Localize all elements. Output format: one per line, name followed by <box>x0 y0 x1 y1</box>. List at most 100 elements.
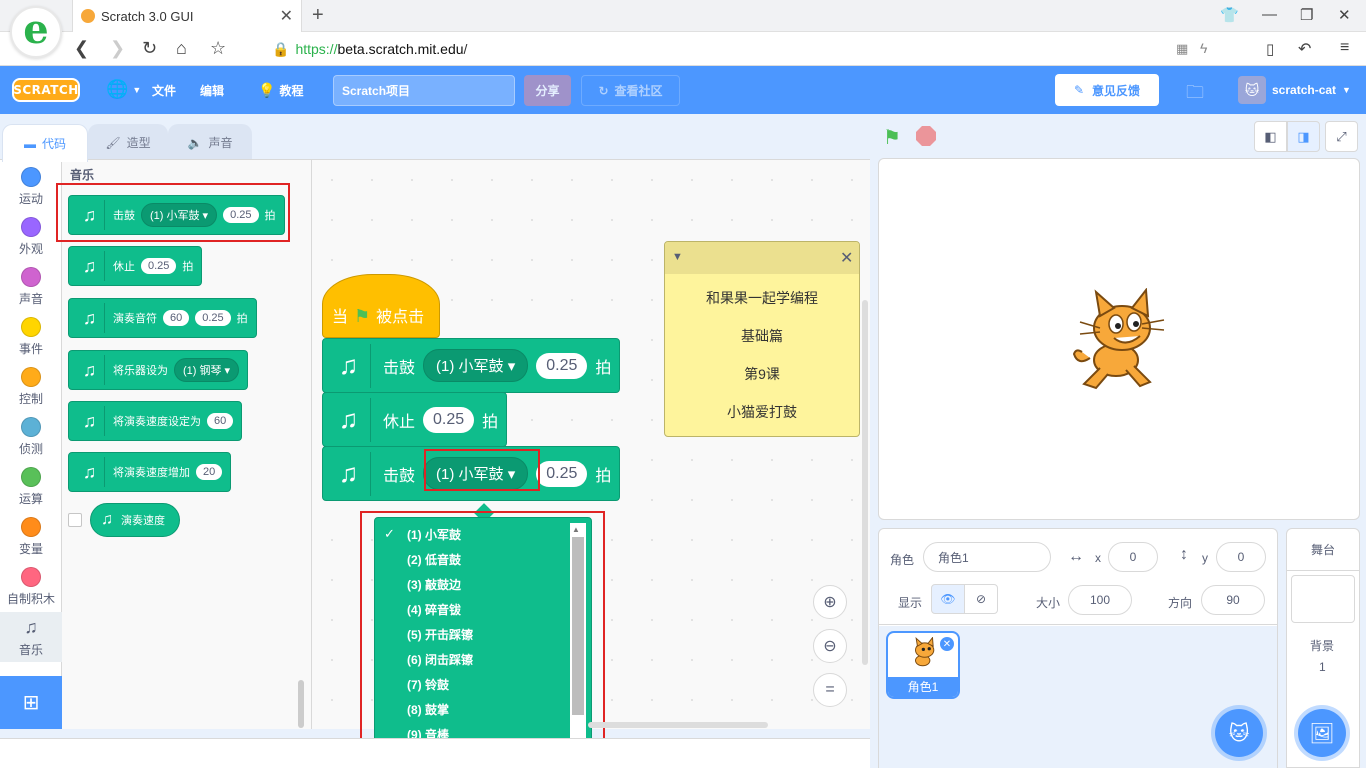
comment-line: 和果果一起学编程 <box>706 290 818 306</box>
tempo-change-input[interactable]: 20 <box>196 464 223 480</box>
when-flag-clicked-block[interactable]: 当 ⚑ 被点击 <box>322 274 440 338</box>
x-input[interactable]: 0 <box>1108 542 1158 572</box>
see-community-button[interactable]: ↻ 查看社区 <box>581 75 680 106</box>
tutorials-menu[interactable]: 💡 教程 <box>258 82 303 99</box>
fullscreen-button[interactable]: ⤢ <box>1325 121 1358 152</box>
edit-menu[interactable]: 编辑 <box>200 82 224 99</box>
comment-top-bar[interactable] <box>665 242 859 274</box>
home-icon[interactable]: ⌂ <box>176 38 187 59</box>
sprite-name-input[interactable]: 角色1 <box>923 542 1051 572</box>
size-input[interactable]: 100 <box>1068 585 1132 615</box>
scratch-logo[interactable]: SCRATCH <box>12 78 80 102</box>
menu-icon[interactable]: ≡ <box>1340 39 1349 57</box>
skin-icon[interactable]: 👕 <box>1220 6 1239 24</box>
add-sprite-button[interactable]: 🐱 <box>1215 709 1263 757</box>
normal-stage-button[interactable]: ◨ <box>1287 121 1320 152</box>
tempo-input[interactable]: 60 <box>207 413 234 429</box>
note-input[interactable]: 60 <box>163 310 190 326</box>
tab-sounds[interactable]: 🔈 声音 <box>168 124 252 160</box>
zoom-in-button[interactable]: ⊕ <box>813 585 847 619</box>
category-0[interactable]: 运动 <box>0 162 62 212</box>
stage-thumbnail[interactable] <box>1291 575 1355 623</box>
file-menu[interactable]: 文件 <box>152 82 176 99</box>
direction-input[interactable]: 90 <box>1201 585 1265 615</box>
script-block-play-drum[interactable]: ♫ 击鼓 (1) 小军鼓 ▾ 0.25 拍 <box>322 338 621 393</box>
palette-block-change-tempo[interactable]: ♫ 将演奏速度增加 20 <box>68 452 232 492</box>
browser-logo[interactable]: e <box>10 6 62 58</box>
drum-dropdown[interactable]: (1) 小军鼓 ▾ <box>423 349 529 382</box>
music-note-icon: ♫ <box>75 251 105 281</box>
music-note-icon: ♫ <box>75 355 105 385</box>
back-icon[interactable]: ❮ <box>74 38 89 59</box>
category-5[interactable]: 侦测 <box>0 412 62 462</box>
comment-collapse-icon[interactable]: ▼ <box>672 251 683 263</box>
beats-input[interactable]: 0.25 <box>536 352 588 379</box>
language-globe-icon[interactable]: 🌐 ▼ <box>106 79 141 100</box>
add-extension-button[interactable]: ⊞ <box>0 676 62 729</box>
category-8[interactable]: 自制积木 <box>0 562 62 612</box>
backdrop-count: 1 <box>1319 660 1326 674</box>
url-field[interactable]: 🔒 https://beta.scratch.mit.edu/ <box>272 38 467 60</box>
instrument-dropdown[interactable]: (1) 钢琴 ▾ <box>174 358 240 382</box>
green-flag-icon[interactable]: ⚑ <box>883 125 901 150</box>
show-visible-button[interactable]: 👁 <box>931 584 965 614</box>
comment-close-icon[interactable]: ✕ <box>840 248 853 268</box>
show-hidden-button[interactable]: ⊘ <box>964 584 998 614</box>
beats-input[interactable]: 0.25 <box>536 460 588 487</box>
tab-costumes[interactable]: 🖌 造型 <box>88 124 168 160</box>
beats-input[interactable]: 0.25 <box>195 310 231 326</box>
backdrop-label: 背景 <box>1310 639 1335 653</box>
tempo-monitor-checkbox[interactable] <box>68 513 82 527</box>
restore-icon[interactable]: ❐ <box>1300 6 1313 24</box>
palette-scrollbar[interactable] <box>298 680 304 728</box>
stop-icon[interactable] <box>916 126 936 146</box>
stage-heading: 舞台 <box>1287 529 1359 571</box>
palette-reporter-tempo[interactable]: ♫ 演奏速度 <box>90 503 180 537</box>
palette-block-set-instrument[interactable]: ♫ 将乐器设为 (1) 钢琴 ▾ <box>68 350 249 390</box>
palette-block-rest[interactable]: ♫ 休止 0.25 拍 <box>68 246 203 286</box>
feedback-button[interactable]: ✎ 意见反馈 <box>1055 74 1159 106</box>
category-9[interactable]: ♫ 音乐 <box>0 612 62 662</box>
share-button[interactable]: 分享 <box>524 75 571 106</box>
small-stage-icon: ◧ <box>1264 128 1277 144</box>
window-close-icon[interactable]: ✕ <box>1338 6 1351 24</box>
lock-icon: 🔒 <box>272 40 290 57</box>
palette-block-play-note[interactable]: ♫ 演奏音符 60 0.25 拍 <box>68 298 257 338</box>
browser-tab[interactable]: Scratch 3.0 GUI ✕ <box>72 0 302 32</box>
workspace-vertical-scrollbar[interactable] <box>862 300 868 665</box>
my-stuff-folder-icon[interactable]: 🗀 <box>1186 80 1204 110</box>
palette-block-set-tempo[interactable]: ♫ 将演奏速度设定为 60 <box>68 401 243 441</box>
category-1[interactable]: 外观 <box>0 212 62 262</box>
zoom-out-button[interactable]: ⊖ <box>813 629 847 663</box>
beats-input[interactable]: 0.25 <box>423 406 475 433</box>
tab-code[interactable]: ▬ 代码 <box>2 124 88 162</box>
community-icon: ↻ <box>598 83 609 98</box>
qr-icon[interactable]: ▦ <box>1176 41 1188 57</box>
minimize-icon[interactable]: — <box>1262 6 1277 23</box>
category-6[interactable]: 运算 <box>0 462 62 512</box>
undo-icon[interactable]: ↶ <box>1298 39 1311 59</box>
new-tab-icon[interactable]: + <box>312 4 324 27</box>
category-2[interactable]: 声音 <box>0 262 62 312</box>
small-stage-button[interactable]: ◧ <box>1254 121 1287 152</box>
zoom-reset-button[interactable]: = <box>813 673 847 707</box>
project-title-input[interactable]: Scratch项目 <box>333 75 515 106</box>
category-7[interactable]: 变量 <box>0 512 62 562</box>
lightning-icon[interactable]: ϟ <box>1200 40 1207 56</box>
category-3[interactable]: 事件 <box>0 312 62 362</box>
backpack-bar[interactable] <box>0 738 870 768</box>
y-input[interactable]: 0 <box>1216 542 1266 572</box>
favorite-star-icon[interactable]: ☆ <box>210 38 226 59</box>
beats-input[interactable]: 0.25 <box>141 258 177 274</box>
category-4[interactable]: 控制 <box>0 362 62 412</box>
add-backdrop-button[interactable]: 🖼 <box>1298 709 1346 757</box>
tab-close-icon[interactable]: ✕ <box>280 6 293 26</box>
delete-sprite-icon[interactable]: ✕ <box>939 636 955 652</box>
reading-icon[interactable]: ▯ <box>1266 40 1274 58</box>
workspace-horizontal-scrollbar[interactable] <box>588 722 768 728</box>
forward-icon[interactable]: ❯ <box>110 38 125 59</box>
reload-icon[interactable]: ↻ <box>142 38 157 59</box>
script-block-rest[interactable]: ♫ 休止 0.25 拍 <box>322 392 508 447</box>
cat-sprite-icon[interactable] <box>1070 288 1170 392</box>
account-menu[interactable]: 🐱 scratch-cat ▼ <box>1238 76 1351 104</box>
